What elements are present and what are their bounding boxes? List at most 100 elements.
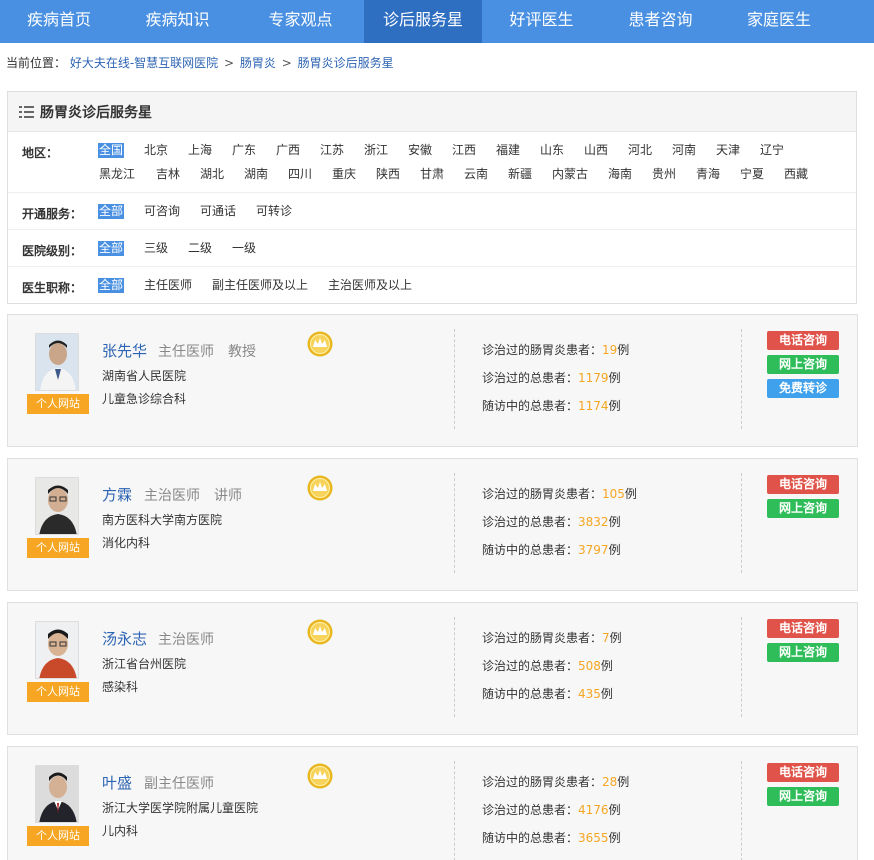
phone-consult-button[interactable]: 电话咨询	[767, 619, 839, 638]
region-option[interactable]: 重庆	[332, 167, 356, 182]
doctor-title: 主任医师	[158, 344, 214, 360]
region-option[interactable]: 湖北	[200, 167, 224, 182]
service-option[interactable]: 可转诊	[256, 204, 292, 219]
region-option[interactable]: 湖南	[244, 167, 268, 182]
region-option[interactable]: 青海	[696, 167, 720, 182]
service-star-medal-icon	[307, 763, 333, 789]
region-option[interactable]: 海南	[608, 167, 632, 182]
stat-label: 随访中的总患者：	[482, 687, 579, 701]
nav-disease-knowledge[interactable]: 疾病知识	[118, 0, 237, 43]
region-option[interactable]: 上海	[188, 143, 212, 158]
region-option[interactable]: 贵州	[652, 167, 676, 182]
stat-value: 4176	[578, 803, 609, 817]
phone-consult-button[interactable]: 电话咨询	[767, 331, 839, 350]
nav-patient-consult[interactable]: 患者咨询	[601, 0, 720, 43]
doctor-hospital: 浙江省台州医院	[102, 657, 187, 671]
region-option[interactable]: 广东	[232, 143, 256, 158]
filter-row-hospital-level: 医院级别： 全部 三级 二级 一级	[8, 229, 856, 266]
nav-post-diagnosis-stars[interactable]: 诊后服务星	[364, 0, 482, 43]
doctor-name[interactable]: 叶盛	[102, 772, 132, 793]
free-referral-button[interactable]: 免费转诊	[767, 379, 839, 398]
online-consult-button[interactable]: 网上咨询	[767, 355, 839, 374]
region-option[interactable]: 北京	[144, 143, 168, 158]
doctor-title-option[interactable]: 副主任医师及以上	[212, 278, 308, 293]
doctor-card: 个人网站 叶盛 副主任医师 浙江大学医学院附属儿童医院 儿内科 诊治过的肠胃炎患…	[7, 746, 858, 860]
stat-gastroenteritis-patients: 诊治过的肠胃炎患者：105例	[482, 485, 637, 502]
nav-disease-home[interactable]: 疾病首页	[0, 0, 118, 43]
stat-unit: 例	[609, 631, 622, 645]
stat-unit: 例	[608, 803, 621, 817]
doctor-photo[interactable]	[35, 621, 79, 679]
region-option[interactable]: 云南	[464, 167, 488, 182]
personal-site-button[interactable]: 个人网站	[27, 538, 89, 558]
hospital-level-option[interactable]: 全部	[98, 241, 125, 256]
breadcrumb-link-home[interactable]: 好大夫在线-智慧互联网医院	[70, 56, 218, 70]
stat-unit: 例	[608, 515, 621, 529]
service-star-medal-icon	[307, 331, 333, 357]
doctor-name[interactable]: 方霖	[102, 484, 132, 505]
stat-value: 1174	[578, 399, 609, 413]
region-option[interactable]: 全国	[98, 143, 125, 158]
region-option[interactable]: 天津	[716, 143, 740, 158]
region-option[interactable]: 宁夏	[740, 167, 764, 182]
region-option[interactable]: 吉林	[156, 167, 180, 182]
doctor-title-option[interactable]: 主治医师及以上	[328, 278, 412, 293]
region-option[interactable]: 新疆	[508, 167, 532, 182]
hospital-level-option[interactable]: 一级	[232, 241, 256, 256]
online-consult-button[interactable]: 网上咨询	[767, 499, 839, 518]
stat-label: 随访中的总患者：	[482, 831, 579, 845]
breadcrumb-separator: >	[224, 56, 235, 70]
divider	[741, 761, 742, 860]
region-option[interactable]: 内蒙古	[552, 167, 588, 182]
stat-followup-patients: 随访中的总患者：435例	[482, 685, 613, 702]
doctor-photo[interactable]	[35, 765, 79, 823]
doctor-photo[interactable]	[35, 477, 79, 535]
service-option[interactable]: 全部	[98, 204, 125, 219]
doctor-title-option[interactable]: 全部	[98, 278, 125, 293]
region-option[interactable]: 河北	[628, 143, 652, 158]
doctor-photo[interactable]	[35, 333, 79, 391]
region-option[interactable]: 江西	[452, 143, 476, 158]
stat-unit: 例	[608, 831, 621, 845]
region-option[interactable]: 河南	[672, 143, 696, 158]
hospital-level-option[interactable]: 三级	[144, 241, 168, 256]
region-option[interactable]: 陕西	[376, 167, 400, 182]
region-label: 地区：	[22, 146, 59, 160]
doctor-title: 主治医师	[144, 488, 200, 504]
hospital-level-option[interactable]: 二级	[188, 241, 212, 256]
online-consult-button[interactable]: 网上咨询	[767, 643, 839, 662]
region-option[interactable]: 浙江	[364, 143, 388, 158]
breadcrumb-link-disease[interactable]: 肠胃炎	[240, 56, 276, 70]
doctor-title-option[interactable]: 主任医师	[144, 278, 192, 293]
personal-site-button[interactable]: 个人网站	[27, 826, 89, 846]
region-option[interactable]: 甘肃	[420, 167, 444, 182]
nav-top-rated-doctors[interactable]: 好评医生	[482, 0, 601, 43]
region-option[interactable]: 福建	[496, 143, 520, 158]
nav-family-doctor[interactable]: 家庭医生	[720, 0, 838, 43]
doctor-department: 儿童急诊综合科	[102, 392, 187, 406]
doctor-name[interactable]: 张先华	[102, 340, 147, 361]
service-option[interactable]: 可通话	[200, 204, 236, 219]
doctor-hospital: 湖南省人民医院	[102, 369, 187, 383]
stat-value: 28	[602, 775, 618, 789]
region-option[interactable]: 山东	[540, 143, 564, 158]
region-option[interactable]: 安徽	[408, 143, 432, 158]
personal-site-button[interactable]: 个人网站	[27, 682, 89, 702]
region-option[interactable]: 江苏	[320, 143, 344, 158]
nav-expert-views[interactable]: 专家观点	[237, 0, 364, 43]
breadcrumb-link-current[interactable]: 肠胃炎诊后服务星	[298, 56, 394, 70]
region-option[interactable]: 西藏	[784, 167, 808, 182]
stat-value: 105	[602, 487, 625, 501]
region-option[interactable]: 四川	[288, 167, 312, 182]
region-option[interactable]: 山西	[584, 143, 608, 158]
online-consult-button[interactable]: 网上咨询	[767, 787, 839, 806]
region-option[interactable]: 黑龙江	[99, 167, 135, 182]
doctor-card: 个人网站 汤永志 主治医师 浙江省台州医院 感染科 诊治过的肠胃炎患者：7例 诊…	[7, 602, 858, 735]
personal-site-button[interactable]: 个人网站	[27, 394, 89, 414]
phone-consult-button[interactable]: 电话咨询	[767, 475, 839, 494]
phone-consult-button[interactable]: 电话咨询	[767, 763, 839, 782]
service-option[interactable]: 可咨询	[144, 204, 180, 219]
doctor-name[interactable]: 汤永志	[102, 628, 147, 649]
region-option[interactable]: 辽宁	[760, 143, 784, 158]
region-option[interactable]: 广西	[276, 143, 300, 158]
